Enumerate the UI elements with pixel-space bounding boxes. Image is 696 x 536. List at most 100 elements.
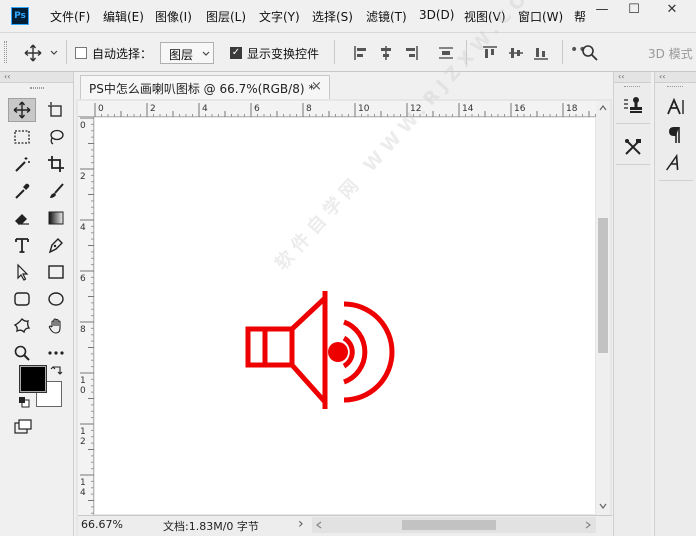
close-button[interactable]: ✕ (655, 0, 689, 22)
foreground-color-swatch[interactable] (19, 365, 47, 393)
menu-layer[interactable]: 图层(L) (206, 8, 246, 25)
marquee-tool[interactable] (8, 125, 36, 149)
vertical-scrollbar[interactable] (596, 101, 610, 515)
toolbox-header[interactable]: ‹‹ (0, 72, 73, 83)
ruler-label: 8 (306, 104, 312, 114)
target-select[interactable]: 图层 (160, 42, 214, 64)
maximize-button[interactable]: ☐ (617, 0, 651, 22)
photoshop-logo: Ps (11, 7, 29, 25)
document-tab[interactable]: PS中怎么画喇叭图标 @ 66.7%(RGB/8) * × (80, 75, 330, 99)
lasso-tool[interactable] (42, 125, 70, 149)
ruler-label: 4 (80, 223, 86, 233)
hand-tool[interactable] (42, 314, 70, 338)
show-transform-checkbox[interactable]: ✓ (230, 47, 242, 59)
magic-wand-tool[interactable] (8, 152, 36, 176)
status-menu-arrow[interactable]: › (298, 516, 304, 532)
3d-mode-label: 3D 模式 (648, 47, 693, 61)
panel-header[interactable]: ‹‹ (614, 72, 651, 83)
more-tools[interactable] (42, 341, 70, 365)
crop-tool[interactable] (42, 152, 70, 176)
eyedropper-tool[interactable] (8, 179, 36, 203)
scroll-down-icon[interactable] (598, 501, 608, 511)
artboard-tool[interactable] (42, 98, 70, 122)
auto-select-label: 自动选择： (92, 47, 153, 61)
move-tool[interactable] (8, 98, 36, 122)
status-bar: 66.67% 文档:1.83M/0 字节 › (78, 515, 612, 536)
magic-wand-icon (15, 157, 30, 172)
close-tab-icon[interactable]: × (311, 79, 322, 94)
tools-panel-button[interactable] (616, 132, 650, 162)
scroll-right-icon[interactable] (583, 520, 593, 530)
lasso-icon (50, 129, 64, 145)
pen-tool[interactable] (42, 233, 70, 257)
search-icon[interactable] (580, 43, 600, 63)
ruler-label: 18 (566, 104, 578, 114)
align-right-icon[interactable] (403, 45, 419, 61)
scroll-thumb[interactable] (598, 218, 608, 353)
grip-icon (4, 41, 7, 63)
ruler-label: 2 (80, 437, 86, 447)
grip-icon (667, 86, 683, 88)
paragraph-panel-button[interactable] (659, 120, 693, 150)
grip-icon (30, 87, 44, 89)
type-tool[interactable] (8, 233, 36, 257)
collapse-icon[interactable]: ‹‹ (659, 72, 665, 81)
swap-colors-icon[interactable] (50, 364, 64, 378)
auto-select-checkbox[interactable] (75, 47, 87, 59)
chevron-down-icon[interactable] (49, 48, 59, 58)
clone-source-icon (624, 97, 642, 113)
character-icon (667, 97, 684, 115)
menu-select[interactable]: 选择(S) (312, 8, 353, 25)
scroll-left-icon[interactable] (314, 520, 324, 530)
minimize-button[interactable]: — (585, 0, 619, 22)
menu-edit[interactable]: 编辑(E) (103, 8, 144, 25)
canvas[interactable]: 软件自学网 WWW.RJZXW.COM (95, 0, 595, 514)
menu-filter[interactable]: 滤镜(T) (366, 8, 407, 25)
collapse-icon[interactable]: ‹‹ (618, 72, 624, 81)
align-vcenter-icon[interactable] (508, 45, 524, 61)
move-tool-icon[interactable] (23, 43, 43, 63)
divider (334, 40, 335, 64)
stamp-panel-button[interactable] (616, 90, 650, 120)
zoom-level[interactable]: 66.67% (81, 518, 123, 531)
speaker-icon (245, 291, 395, 409)
align-bottom-icon[interactable] (533, 45, 549, 61)
type-icon (15, 238, 29, 253)
menu-3d[interactable]: 3D(D) (419, 8, 454, 22)
align-left-icon[interactable] (353, 45, 369, 61)
menu-file[interactable]: 文件(F) (50, 8, 90, 25)
zoom-icon (14, 345, 30, 361)
menu-image[interactable]: 图像(I) (155, 8, 192, 25)
ruler-label: 6 (254, 104, 260, 114)
ruler-label: 1 (80, 376, 86, 386)
ruler-label: 2 (80, 172, 86, 182)
zoom-tool[interactable] (8, 341, 36, 365)
scroll-thumb[interactable] (402, 520, 496, 530)
gradient-tool[interactable] (42, 206, 70, 230)
divider (616, 164, 650, 165)
ruler-label: 4 (80, 488, 86, 498)
arrow-cursor-icon (17, 263, 29, 281)
ruler-label: 16 (514, 104, 526, 114)
default-colors-icon[interactable] (18, 396, 30, 408)
character-panel-button[interactable] (659, 92, 693, 122)
panel-header[interactable]: ‹‹ (655, 72, 696, 83)
divider (659, 180, 693, 181)
ellipsis-icon (48, 351, 64, 355)
rectangle-tool[interactable] (42, 260, 70, 284)
screen-mode-icon[interactable] (14, 419, 34, 435)
collapse-icon[interactable]: ‹‹ (4, 72, 10, 81)
custom-shape-tool[interactable] (8, 314, 36, 338)
eraser-tool[interactable] (8, 206, 36, 230)
crop-icon (48, 156, 64, 172)
rounded-rect-tool[interactable] (8, 287, 36, 311)
path-selection-tool[interactable] (8, 260, 36, 284)
menu-type[interactable]: 文字(Y) (259, 8, 300, 25)
horizontal-scrollbar[interactable] (312, 517, 596, 533)
ruler-label: 0 (98, 104, 104, 114)
glyphs-panel-button[interactable] (659, 148, 693, 178)
brush-tool[interactable] (42, 179, 70, 203)
align-hcenter-icon[interactable] (378, 45, 394, 61)
scroll-up-icon[interactable] (598, 103, 608, 113)
ellipse-tool[interactable] (42, 287, 70, 311)
